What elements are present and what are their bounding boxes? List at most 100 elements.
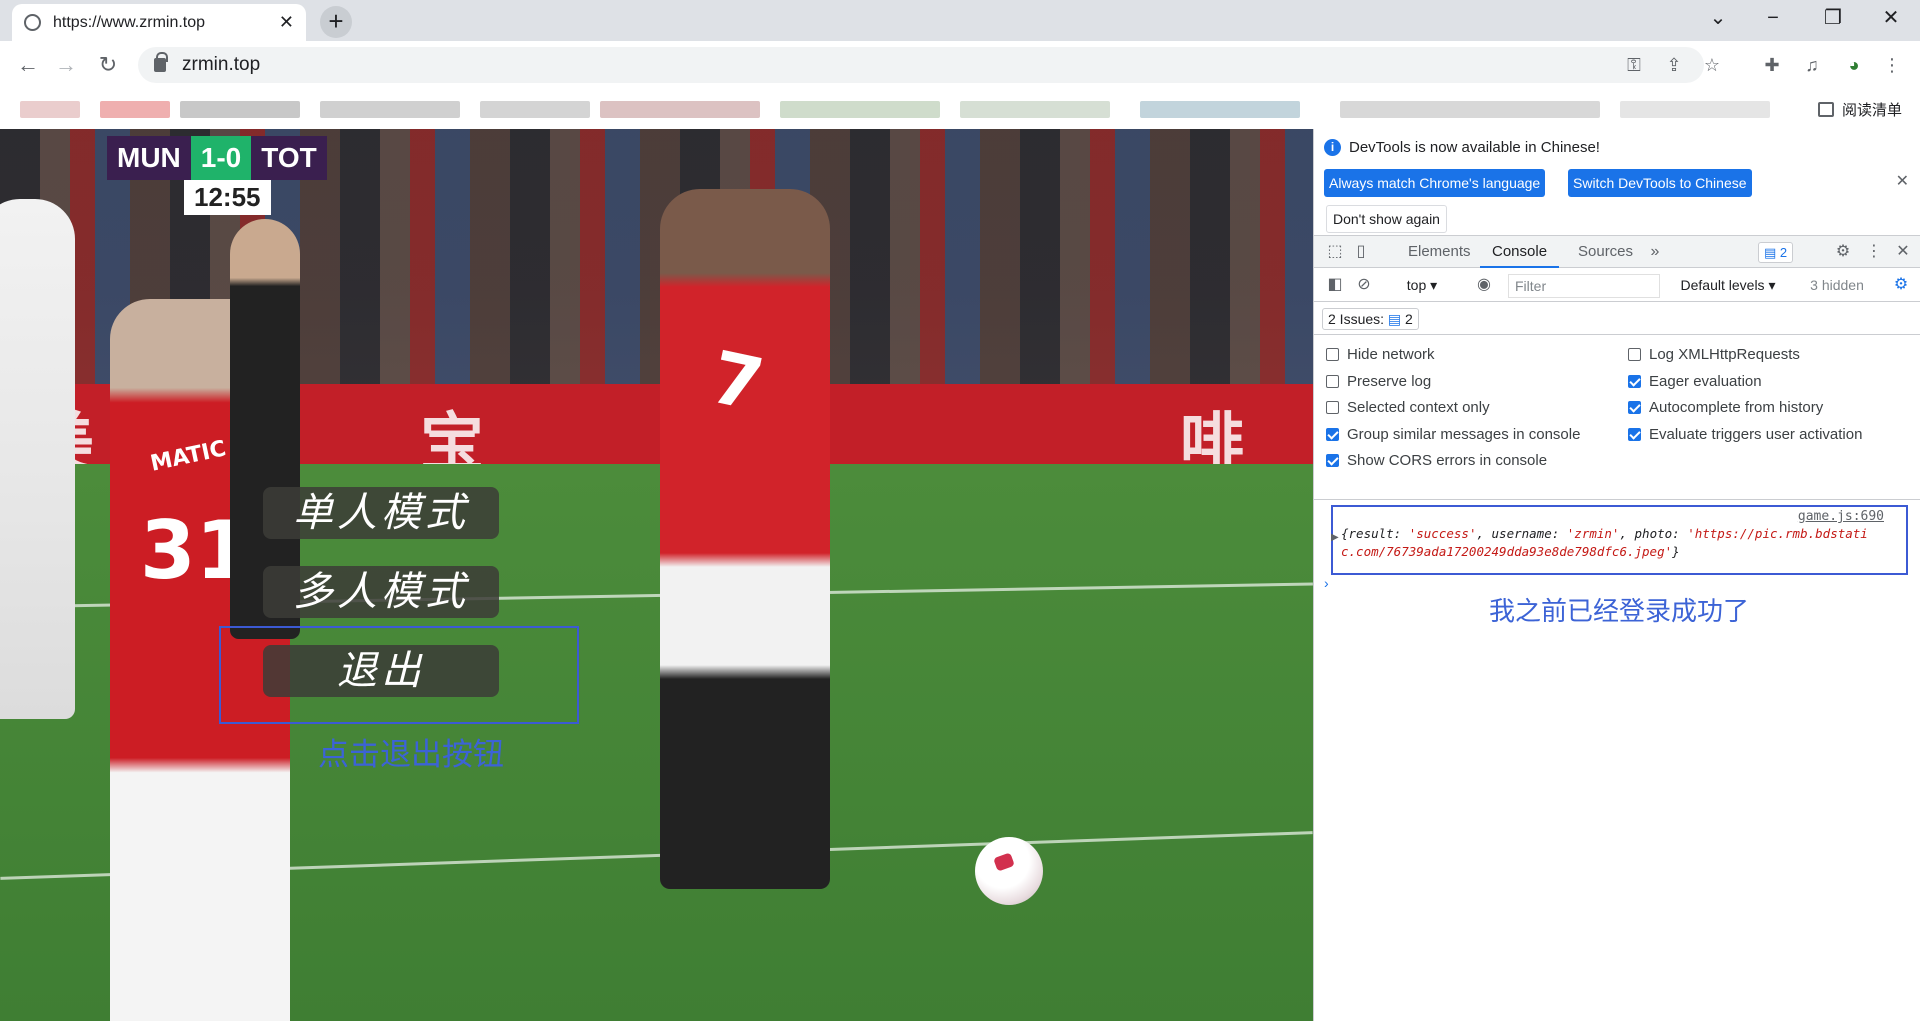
console-settings: Hide network Log XMLHttpRequests Preserv… — [1314, 336, 1920, 500]
dont-show-again-button[interactable]: Don't show again — [1326, 205, 1447, 233]
minimize-icon[interactable]: − — [1753, 2, 1793, 34]
console-settings-icon[interactable]: ⚙ — [1888, 269, 1914, 301]
issues-label: 2 Issues: — [1328, 311, 1385, 327]
option-group-similar[interactable]: Group similar messages in console — [1326, 426, 1580, 443]
checkbox-checked[interactable] — [1628, 401, 1641, 414]
checkbox[interactable] — [1326, 375, 1339, 388]
log-text: {result: — [1341, 526, 1409, 541]
close-tab-icon[interactable]: ✕ — [279, 12, 294, 33]
option-eager-evaluation[interactable]: Eager evaluation — [1628, 373, 1762, 390]
bookmark-blurred[interactable] — [100, 101, 170, 118]
bookmark-blurred[interactable] — [1140, 101, 1300, 118]
language-banner: i DevTools is now available in Chinese! … — [1314, 129, 1920, 235]
bookmark-star-icon[interactable]: ☆ — [1696, 47, 1728, 83]
device-toolbar-icon[interactable]: ▯ — [1348, 236, 1374, 268]
checkbox-checked[interactable] — [1628, 375, 1641, 388]
bookmark-blurred[interactable] — [320, 101, 460, 118]
issues-icon: ▤ — [1387, 311, 1402, 327]
option-log-xhr[interactable]: Log XMLHttpRequests — [1628, 346, 1800, 363]
eye-icon[interactable]: ◉ — [1471, 269, 1497, 301]
tab-elements[interactable]: Elements — [1396, 236, 1483, 268]
match-language-button[interactable]: Always match Chrome's language — [1324, 169, 1546, 197]
option-preserve-log[interactable]: Preserve log — [1326, 373, 1431, 390]
bookmark-blurred[interactable] — [600, 101, 760, 118]
issues-button[interactable]: 2 Issues: ▤ 2 — [1322, 308, 1419, 330]
bookmarks-bar: 阅读清单 — [0, 89, 1920, 129]
close-banner-icon[interactable]: ✕ — [1896, 171, 1909, 191]
back-icon[interactable]: ← — [12, 49, 44, 81]
url-text[interactable]: zrmin.top — [182, 54, 260, 76]
checkbox-checked[interactable] — [1628, 428, 1641, 441]
console-prompt-icon[interactable]: › — [1324, 575, 1329, 591]
option-label: Evaluate triggers user activation — [1649, 426, 1863, 443]
share-icon[interactable]: ⇪ — [1658, 47, 1690, 83]
extensions-icon[interactable]: ✚ — [1756, 49, 1788, 81]
browser-tab[interactable]: https://www.zrmin.top ✕ — [12, 4, 306, 41]
reload-icon[interactable]: ↻ — [92, 49, 124, 81]
option-show-cors[interactable]: Show CORS errors in console — [1326, 452, 1547, 469]
issues-bar: 2 Issues: ▤ 2 — [1314, 303, 1920, 335]
bookmark-blurred[interactable] — [960, 101, 1110, 118]
more-tabs-icon[interactable]: » — [1642, 236, 1668, 268]
clear-console-icon[interactable]: ⊘ — [1351, 269, 1377, 301]
new-tab-button[interactable]: + — [320, 6, 352, 38]
levels-select[interactable]: Default levels ▾ — [1672, 269, 1784, 301]
bookmark-blurred[interactable] — [1340, 101, 1600, 118]
log-message[interactable]: {result: 'success', username: 'zrmin', p… — [1341, 525, 1881, 561]
bookmark-blurred[interactable] — [1620, 101, 1770, 118]
checkbox-checked[interactable] — [1326, 428, 1339, 441]
menu-icon[interactable]: ⋮ — [1876, 49, 1908, 81]
expand-arrow-icon[interactable]: ▶ — [1331, 532, 1339, 543]
close-devtools-icon[interactable]: ✕ — [1890, 236, 1916, 268]
media-icon[interactable]: ♫ — [1796, 49, 1828, 81]
info-icon: i — [1324, 139, 1341, 156]
game-canvas[interactable]: 美 宝 康 啡 31 MATIC 7 MUN 1-0 TOT 12:55 单人模… — [0, 129, 1313, 1021]
option-label: Eager evaluation — [1649, 373, 1762, 390]
address-bar[interactable]: zrmin.top ⚿ ⇪ ☆ — [138, 47, 1720, 83]
checkbox[interactable] — [1326, 348, 1339, 361]
switch-chinese-button[interactable]: Switch DevTools to Chinese — [1568, 169, 1752, 197]
forward-icon[interactable]: → — [50, 49, 82, 81]
restore-icon[interactable]: ❐ — [1813, 2, 1853, 34]
option-autocomplete[interactable]: Autocomplete from history — [1628, 399, 1823, 416]
context-select[interactable]: top ▾ — [1398, 269, 1446, 301]
log-text: } — [1672, 544, 1680, 559]
bookmark-blurred[interactable] — [780, 101, 940, 118]
log-string: 'zrmin' — [1566, 526, 1620, 541]
log-source-link[interactable]: game.js:690 — [1798, 509, 1884, 524]
option-label: Log XMLHttpRequests — [1649, 346, 1800, 363]
customize-icon[interactable]: ⋮ — [1861, 236, 1887, 268]
filter-input[interactable]: Filter — [1508, 274, 1660, 298]
tab-search-icon[interactable]: ⌄ — [1698, 2, 1738, 34]
bookmark-blurred[interactable] — [480, 101, 590, 118]
console-toolbar: ◧ ⊘ top ▾ ◉ Filter Default levels ▾ 3 hi… — [1314, 269, 1920, 302]
inspect-icon[interactable]: ⬚ — [1322, 236, 1348, 268]
globe-icon — [24, 14, 41, 31]
option-hide-network[interactable]: Hide network — [1326, 346, 1435, 363]
option-label: Selected context only — [1347, 399, 1490, 416]
issues-badge[interactable]: ▤ 2 — [1758, 242, 1794, 263]
option-evaluate-triggers[interactable]: Evaluate triggers user activation — [1628, 426, 1862, 443]
reading-list-button[interactable]: 阅读清单 — [1817, 95, 1902, 123]
key-icon[interactable]: ⚿ — [1618, 47, 1650, 83]
checkbox-checked[interactable] — [1326, 454, 1339, 467]
banner-info: i DevTools is now available in Chinese! — [1324, 139, 1600, 156]
settings-gear-icon[interactable]: ⚙ — [1830, 236, 1856, 268]
checkbox[interactable] — [1628, 348, 1641, 361]
console-output[interactable]: game.js:690 ▶ {result: 'success', userna… — [1314, 501, 1920, 1021]
tab-sources[interactable]: Sources — [1566, 236, 1645, 268]
multi-player-button[interactable]: 多人模式 — [263, 566, 499, 618]
checkbox[interactable] — [1326, 401, 1339, 414]
sidebar-toggle-icon[interactable]: ◧ — [1322, 269, 1348, 301]
lock-icon[interactable] — [154, 52, 168, 72]
bookmark-blurred[interactable] — [20, 101, 80, 118]
option-selected-context[interactable]: Selected context only — [1326, 399, 1490, 416]
log-text: , photo: — [1619, 526, 1688, 541]
banner-text: DevTools is now available in Chinese! — [1349, 139, 1600, 156]
tab-console[interactable]: Console — [1480, 236, 1560, 268]
single-player-button[interactable]: 单人模式 — [263, 487, 499, 539]
profile-avatar[interactable]: ◕ — [1838, 49, 1870, 81]
login-annotation: 我之前已经登录成功了 — [1489, 597, 1750, 627]
close-window-icon[interactable]: ✕ — [1871, 2, 1911, 34]
bookmark-blurred[interactable] — [180, 101, 300, 118]
